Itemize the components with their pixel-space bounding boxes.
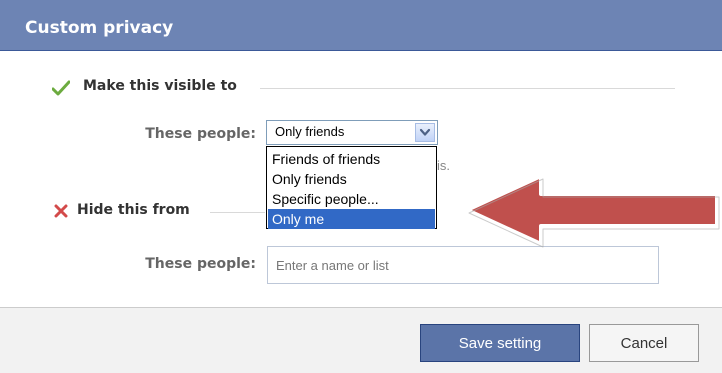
dialog-title: Custom privacy <box>25 18 174 38</box>
check-icon <box>51 80 71 100</box>
hide-people-label: These people: <box>145 256 256 272</box>
visible-people-dropdown: Friends of friends Only friends Specific… <box>266 146 437 229</box>
option-friends-of-friends[interactable]: Friends of friends <box>268 149 435 169</box>
visible-people-select[interactable]: Only friends <box>266 120 438 145</box>
option-only-me[interactable]: Only me <box>268 209 435 229</box>
visible-people-label: These people: <box>145 126 256 142</box>
dialog-header: Custom privacy <box>0 0 722 51</box>
cancel-button[interactable]: Cancel <box>589 324 699 362</box>
option-only-friends[interactable]: Only friends <box>268 169 435 189</box>
select-current-value: Only friends <box>275 124 345 139</box>
hide-section-divider <box>210 212 265 213</box>
red-arrow-icon <box>455 170 720 254</box>
option-specific-people[interactable]: Specific people... <box>268 189 435 209</box>
visible-section-heading: Make this visible to <box>83 78 237 94</box>
save-button[interactable]: Save setting <box>420 324 580 362</box>
obscured-text: is. <box>437 158 450 173</box>
visible-section-divider <box>260 88 675 89</box>
chevron-down-icon[interactable] <box>415 123 435 142</box>
hide-section-heading: Hide this from <box>77 202 190 218</box>
x-icon <box>54 203 68 222</box>
